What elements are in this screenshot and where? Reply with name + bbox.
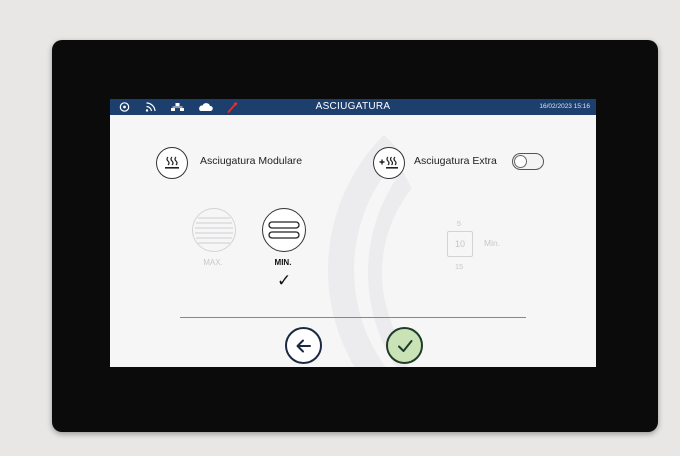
heat-waves-icon <box>165 156 179 169</box>
modular-drying-button[interactable] <box>156 147 188 179</box>
duration-next-option[interactable]: 15 <box>447 262 471 271</box>
datetime-label: 16/02/2023 15:16 <box>539 103 590 110</box>
min-level-icon <box>268 221 300 239</box>
modular-drying-label: Asciugatura Modulare <box>200 155 303 167</box>
touch-screen: ASCIUGATURA 16/02/2023 15:16 Asciugatura… <box>110 99 596 367</box>
status-bar: ASCIUGATURA 16/02/2023 15:16 <box>110 99 596 115</box>
selected-check: ✓ <box>277 271 292 290</box>
max-level-button[interactable] <box>192 208 236 252</box>
duration-value[interactable]: 10 <box>447 231 473 257</box>
max-level-icon <box>195 217 233 244</box>
duration-unit: Min. <box>484 238 501 248</box>
min-level-button[interactable] <box>262 208 306 252</box>
back-button[interactable] <box>285 327 322 364</box>
arrow-left-icon <box>296 339 311 352</box>
screen-title: ASCIUGATURA <box>315 101 391 112</box>
min-level-label: MIN. <box>274 258 292 267</box>
footer-divider <box>180 317 526 318</box>
max-level-label: MAX. <box>203 258 223 267</box>
toggle-knob <box>514 155 527 168</box>
plus-heat-icon <box>379 156 398 169</box>
extra-drying-label: Asciugatura Extra <box>414 155 497 167</box>
extra-drying-button[interactable] <box>373 147 405 179</box>
duration-prev-option[interactable]: 5 <box>447 219 471 228</box>
check-icon <box>397 339 412 352</box>
extra-drying-toggle[interactable] <box>512 153 544 170</box>
confirm-button[interactable] <box>386 327 423 364</box>
